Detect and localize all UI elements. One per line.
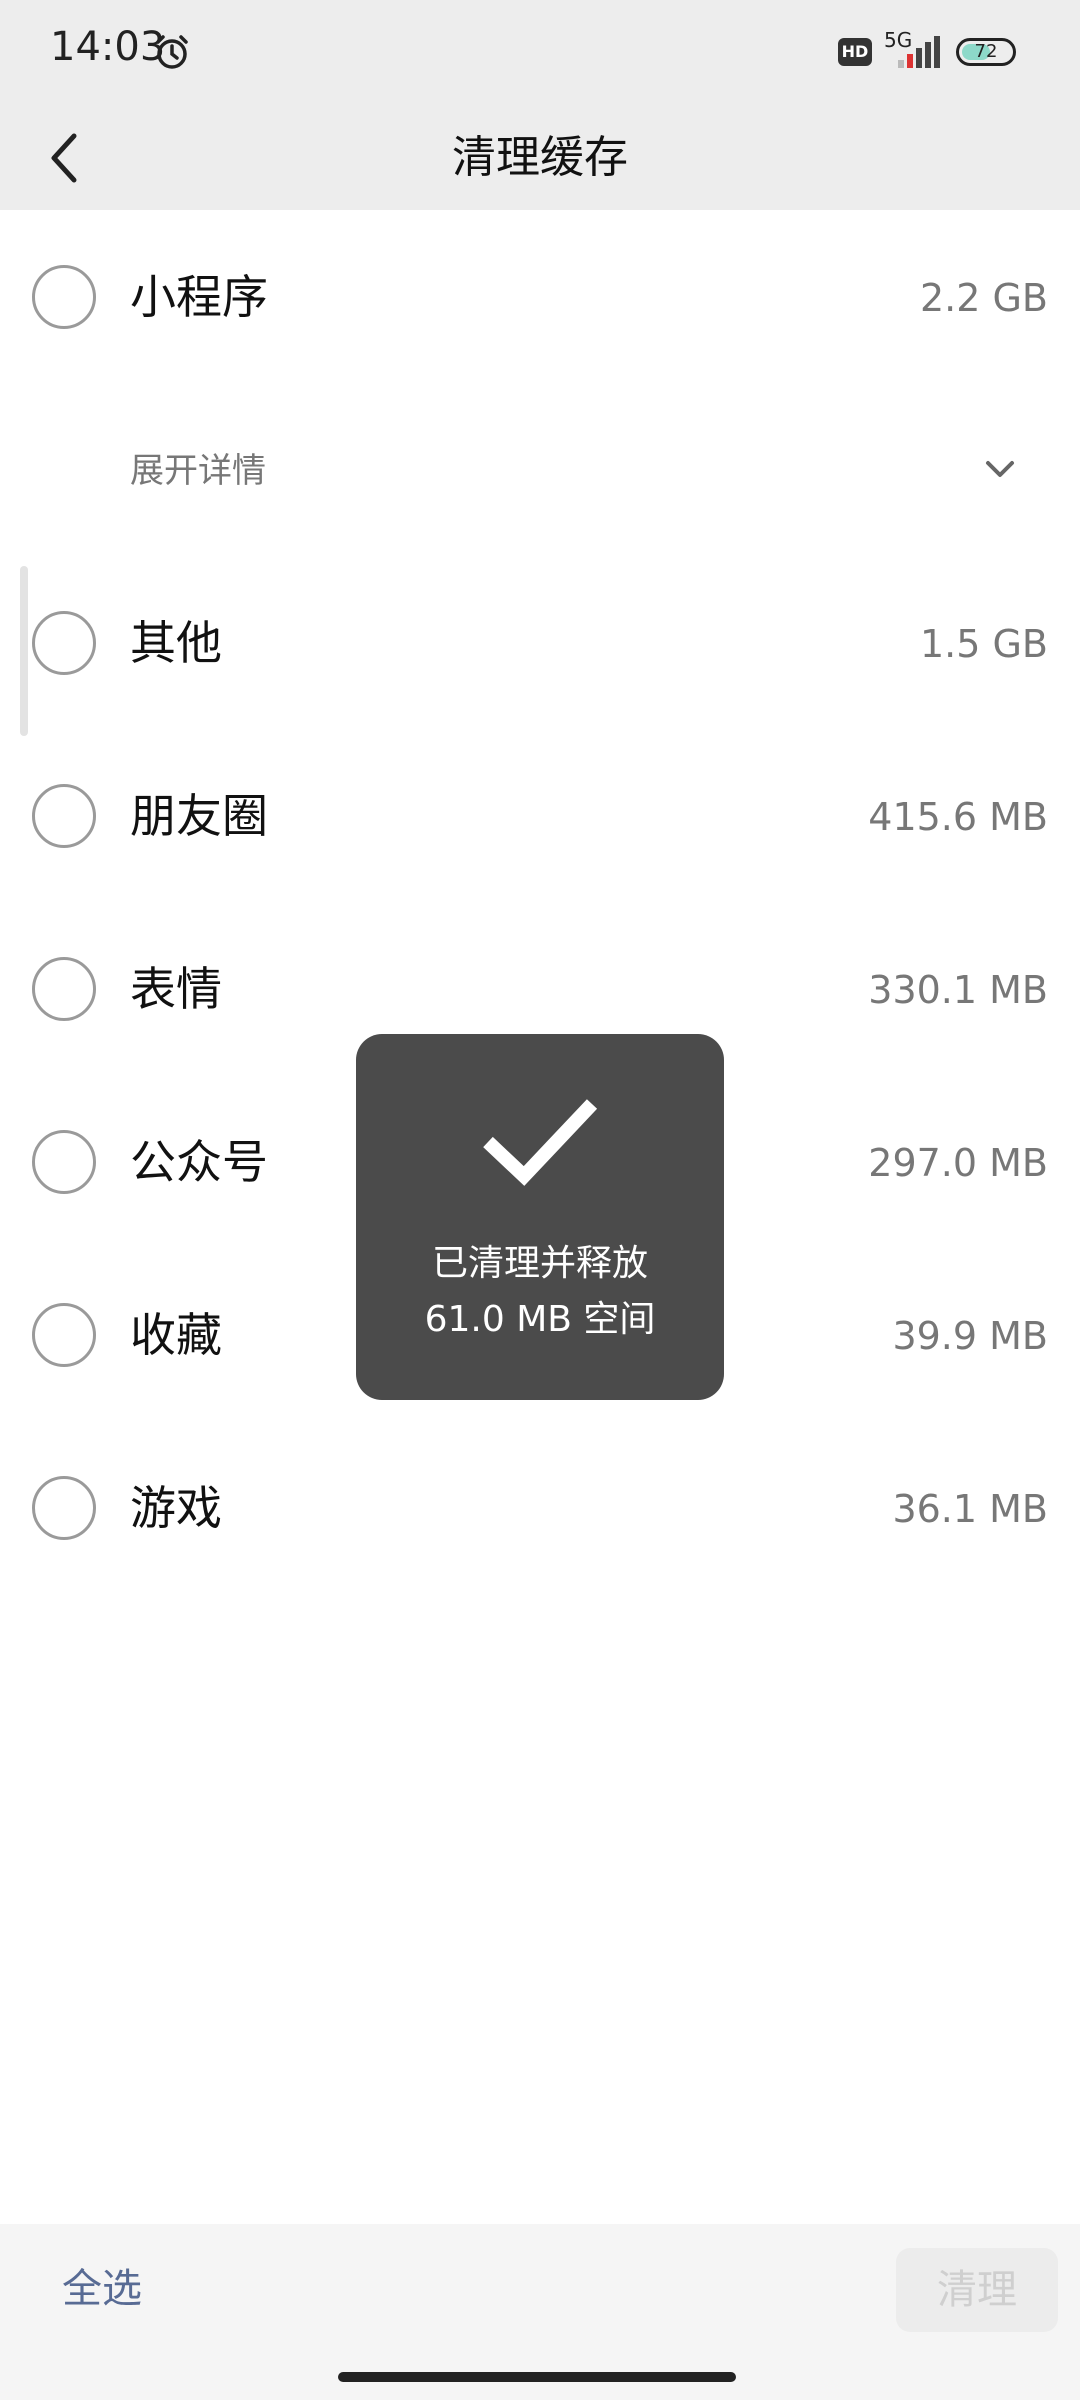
nav-bar: 清理缓存 bbox=[0, 104, 1080, 210]
checkmark-icon bbox=[483, 1099, 598, 1186]
radio-button[interactable] bbox=[32, 1303, 96, 1367]
list-item-size: 297.0 MB bbox=[868, 1141, 1048, 1185]
battery-level: 72 bbox=[974, 41, 998, 62]
toast-line-2: 61.0 MB 空间 bbox=[424, 1299, 656, 1340]
list-item-label: 其他 bbox=[130, 616, 222, 670]
signal-icon bbox=[898, 36, 940, 68]
expand-details-row[interactable]: 展开详情 bbox=[0, 409, 1080, 529]
home-indicator[interactable] bbox=[338, 2372, 736, 2382]
list-item-label: 收藏 bbox=[130, 1308, 222, 1362]
clean-button[interactable]: 清理 bbox=[896, 2248, 1058, 2332]
list-item-other[interactable]: 其他 1.5 GB bbox=[0, 583, 1080, 703]
page-title: 清理缓存 bbox=[452, 132, 628, 183]
radio-button[interactable] bbox=[32, 784, 96, 848]
battery-icon: 72 bbox=[956, 38, 1016, 66]
list-item-label: 小程序 bbox=[130, 270, 268, 324]
radio-button[interactable] bbox=[32, 265, 96, 329]
list-item-stickers[interactable]: 表情 330.1 MB bbox=[0, 929, 1080, 1049]
list-item-games[interactable]: 游戏 36.1 MB bbox=[0, 1448, 1080, 1568]
list-item-label: 朋友圈 bbox=[130, 789, 268, 843]
hd-badge: HD bbox=[838, 38, 872, 66]
scroll-indicator bbox=[20, 566, 28, 736]
list-item-mini-programs[interactable]: 小程序 2.2 GB bbox=[0, 237, 1080, 357]
expand-details-label: 展开详情 bbox=[130, 451, 266, 491]
list-item-label: 公众号 bbox=[130, 1135, 268, 1189]
toast-line-1: 已清理并释放 bbox=[431, 1243, 648, 1284]
list-item-size: 2.2 GB bbox=[919, 276, 1048, 320]
list-item-size: 1.5 GB bbox=[919, 622, 1048, 666]
chevron-down-icon bbox=[986, 461, 1014, 477]
success-toast: 已清理并释放 61.0 MB 空间 bbox=[356, 1034, 724, 1400]
status-bar: 14:03 HD 5G 72 bbox=[0, 0, 1080, 104]
list-item-label: 表情 bbox=[130, 962, 222, 1016]
alarm-icon bbox=[156, 35, 188, 69]
toast-message: 已清理并释放 61.0 MB 空间 bbox=[356, 1236, 724, 1348]
list-item-size: 415.6 MB bbox=[868, 795, 1048, 839]
status-time: 14:03 bbox=[50, 24, 166, 70]
list-item-size: 39.9 MB bbox=[892, 1314, 1048, 1358]
bottom-action-bar: 全选 清理 bbox=[0, 2224, 1080, 2356]
list-item-size: 36.1 MB bbox=[892, 1487, 1048, 1531]
radio-button[interactable] bbox=[32, 611, 96, 675]
list-item-label: 游戏 bbox=[130, 1481, 222, 1535]
select-all-button[interactable]: 全选 bbox=[62, 2262, 142, 2316]
radio-button[interactable] bbox=[32, 957, 96, 1021]
list-item-size: 330.1 MB bbox=[868, 968, 1048, 1012]
radio-button[interactable] bbox=[32, 1476, 96, 1540]
gesture-area bbox=[0, 2356, 1080, 2400]
list-item-moments[interactable]: 朋友圈 415.6 MB bbox=[0, 756, 1080, 876]
radio-button[interactable] bbox=[32, 1130, 96, 1194]
